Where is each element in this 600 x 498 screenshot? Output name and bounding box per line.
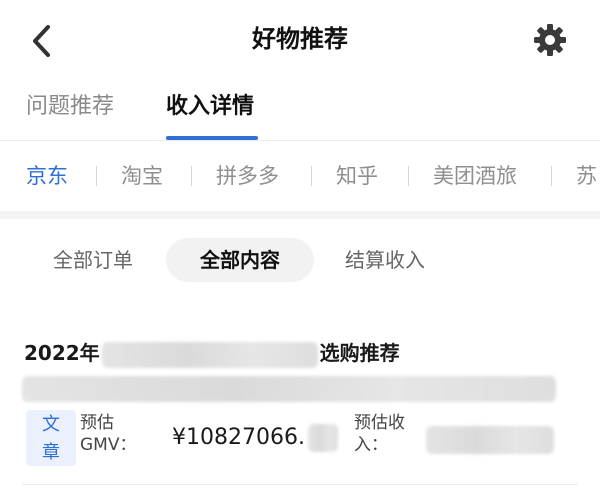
platform-tab-pinduoduo[interactable]: 拼多多	[216, 160, 279, 192]
gmv-label-line2: GMV：	[80, 435, 137, 455]
article-title[interactable]: 2022年 选购推荐	[24, 338, 400, 368]
tag-text-line2: 章	[42, 442, 60, 463]
platform-tab-meituan-hotel-travel[interactable]: 美团酒旅	[433, 160, 517, 192]
divider	[96, 166, 97, 186]
tag-text-line1: 文	[42, 414, 60, 435]
platform-tab-taobao[interactable]: 淘宝	[121, 160, 163, 192]
filter-all-orders[interactable]: 全部订单	[30, 238, 156, 282]
divider	[191, 166, 192, 186]
filter-all-content[interactable]: 全部内容	[166, 238, 314, 282]
redacted-value	[308, 424, 338, 452]
divider	[22, 484, 578, 485]
page-title: 好物推荐	[252, 25, 348, 53]
article-title-prefix: 2022年	[24, 341, 100, 365]
content-type-tag: 文 章	[26, 410, 76, 466]
income-label-line1: 预估收	[354, 413, 405, 433]
divider	[551, 166, 552, 186]
gmv-value: ¥10827066.	[172, 425, 305, 450]
platform-tab-suning[interactable]: 苏	[576, 160, 597, 192]
platform-tab-zhihu[interactable]: 知乎	[336, 160, 378, 192]
divider	[311, 166, 312, 186]
tab-question-recommend[interactable]: 问题推荐	[26, 92, 114, 122]
divider	[408, 166, 409, 186]
redacted-subtitle	[22, 376, 556, 402]
article-title-suffix: 选购推荐	[319, 341, 400, 365]
settings-button[interactable]	[530, 20, 570, 60]
filter-settled-income[interactable]: 结算收入	[322, 238, 448, 282]
tab-income-details[interactable]: 收入详情	[166, 92, 254, 122]
income-label-line2: 入：	[354, 435, 388, 455]
redacted-text	[101, 341, 318, 368]
gear-icon	[534, 24, 566, 56]
gmv-label-line1: 预估	[80, 413, 114, 433]
redacted-income-value	[426, 426, 554, 454]
section-separator	[0, 211, 600, 219]
platform-tab-jd[interactable]: 京东	[26, 160, 68, 192]
divider	[0, 140, 600, 141]
